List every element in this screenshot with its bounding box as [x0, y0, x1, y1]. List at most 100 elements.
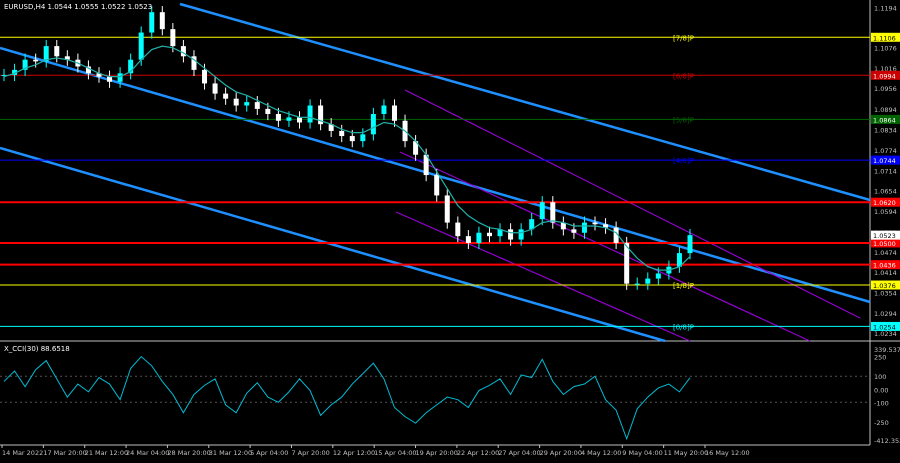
- candle-body: [476, 232, 482, 243]
- candle-body: [508, 229, 514, 240]
- candle-body: [634, 283, 640, 285]
- price-tick-label: 1.1076: [874, 44, 897, 52]
- candle-body: [275, 113, 281, 121]
- candle-body: [349, 136, 355, 142]
- candle-body: [254, 102, 260, 109]
- candle-body: [434, 175, 440, 196]
- candle-body: [117, 73, 123, 82]
- candle-body: [233, 98, 239, 106]
- symbol-header: EURUSD,H4 1.0544 1.0555 1.0522 1.0523: [4, 3, 152, 11]
- level-tag-label: 1.0994: [873, 72, 896, 80]
- level-tag-label: 1.0376: [873, 282, 896, 290]
- level-tag-label: 1.0254: [873, 323, 896, 331]
- price-tick-label: 1.0714: [874, 167, 897, 175]
- candle-body: [550, 202, 556, 223]
- time-tick-label: 16 May 12:00: [705, 449, 750, 457]
- candle-body: [444, 195, 450, 223]
- price-chart[interactable]: [7/8]P [6/8]P [5/8]P [4/8]P [1/8]P [0/8]P 1.1…: [0, 0, 900, 459]
- candle-body: [212, 83, 218, 94]
- candle-body: [655, 273, 661, 279]
- time-tick-label: 15 Apr 04:00: [374, 449, 416, 457]
- time-tick-label: 7 Apr 20:00: [291, 449, 329, 457]
- candle-body: [33, 59, 39, 62]
- level-tag-label: 1.0436: [873, 262, 896, 270]
- candle-body: [138, 32, 144, 60]
- time-tick-label: 29 Apr 20:00: [540, 449, 582, 457]
- candle-body: [149, 12, 155, 33]
- candle-body: [307, 105, 313, 123]
- time-tick-label: 12 Apr 12:00: [333, 449, 375, 457]
- candle-body: [370, 113, 376, 135]
- time-tick-label: 9 May 04:00: [622, 449, 662, 457]
- level-label: [7/8]P: [673, 34, 694, 42]
- level-tag-label: 1.0620: [873, 199, 896, 207]
- level-label: [6/8]P: [673, 72, 694, 80]
- time-tick-label: 24 Mar 04:00: [126, 449, 169, 457]
- candle-body: [486, 232, 492, 237]
- candle-body: [297, 117, 303, 123]
- candle-body: [391, 105, 397, 121]
- cci-tick-label: 250: [874, 354, 886, 362]
- price-tick-label: 1.0594: [874, 208, 897, 216]
- candle-body: [571, 229, 577, 233]
- candle-body: [170, 29, 176, 47]
- time-tick-label: 14 Mar 2022: [2, 449, 43, 457]
- candle-body: [465, 236, 471, 243]
- time-tick-label: 31 Mar 12:00: [209, 449, 252, 457]
- level-tag-label: 1.0864: [873, 116, 896, 124]
- last-price-label: 1.0523: [873, 232, 896, 240]
- cci-tick-label: -250: [874, 419, 889, 427]
- cci-tick-label: 0.00: [874, 386, 888, 394]
- time-tick-label: 19 Apr 20:00: [416, 449, 458, 457]
- indicator-header: X_CCI(30) 88.6518: [4, 345, 70, 353]
- candle-body: [107, 76, 113, 82]
- price-tick-label: 1.0834: [874, 127, 897, 135]
- candle-body: [381, 105, 387, 114]
- candle-body: [159, 12, 165, 30]
- cci-tick-label: 100: [874, 373, 886, 381]
- candle-body: [339, 130, 345, 137]
- level-tag-label: 1.1106: [873, 34, 896, 42]
- candle-body: [265, 108, 271, 114]
- candle-body: [645, 278, 651, 284]
- cci-tick-label: -100: [874, 399, 889, 407]
- price-tick-label: 1.0774: [874, 147, 897, 155]
- price-tick-label: 1.0654: [874, 188, 897, 196]
- price-tick-label: 1.0354: [874, 289, 897, 297]
- time-tick-label: 27 Apr 04:00: [498, 449, 540, 457]
- price-tick-label: 1.0956: [874, 85, 897, 93]
- candle-body: [592, 222, 598, 225]
- chart-window: [7/8]P [6/8]P [5/8]P [4/8]P [1/8]P [0/8]P 1.1…: [0, 0, 900, 459]
- level-label: [4/8]P: [673, 157, 694, 165]
- last-price-tag: 1.0523: [871, 230, 900, 240]
- chart-background: [0, 0, 900, 459]
- cci-tick-label: -412.3535: [874, 437, 900, 445]
- candle-body: [244, 102, 250, 106]
- candle-body: [223, 93, 229, 99]
- level-tag-label: 1.0500: [873, 240, 896, 248]
- candle-body: [286, 117, 292, 121]
- candle-body: [202, 69, 208, 84]
- candle-body: [360, 134, 366, 142]
- level-label: [1/8]P: [673, 282, 694, 290]
- time-tick-label: 22 Apr 12:00: [457, 449, 499, 457]
- candle-body: [54, 46, 60, 57]
- time-tick-label: 5 Apr 04:00: [250, 449, 288, 457]
- candle-body: [687, 235, 693, 254]
- price-tick-label: 1.0894: [874, 106, 897, 114]
- candle-body: [180, 46, 186, 57]
- candle-body: [539, 202, 545, 220]
- price-tick-label: 1.0474: [874, 249, 897, 257]
- time-tick-label: 4 May 12:00: [581, 449, 621, 457]
- price-tick-label: 1.0414: [874, 269, 897, 277]
- candle-body: [518, 229, 524, 240]
- time-tick-label: 28 Mar 20:00: [167, 449, 210, 457]
- candle-body: [581, 222, 587, 233]
- time-tick-label: 21 Mar 12:00: [85, 449, 128, 457]
- time-tick-label: 11 May 20:00: [664, 449, 709, 457]
- price-tick-label: 1.1194: [874, 4, 897, 12]
- level-tag-label: 1.0744: [873, 157, 896, 165]
- level-label: [5/8]P: [673, 116, 694, 124]
- time-tick-label: 17 Mar 20:00: [43, 449, 86, 457]
- price-tick-label: 1.0294: [874, 310, 897, 318]
